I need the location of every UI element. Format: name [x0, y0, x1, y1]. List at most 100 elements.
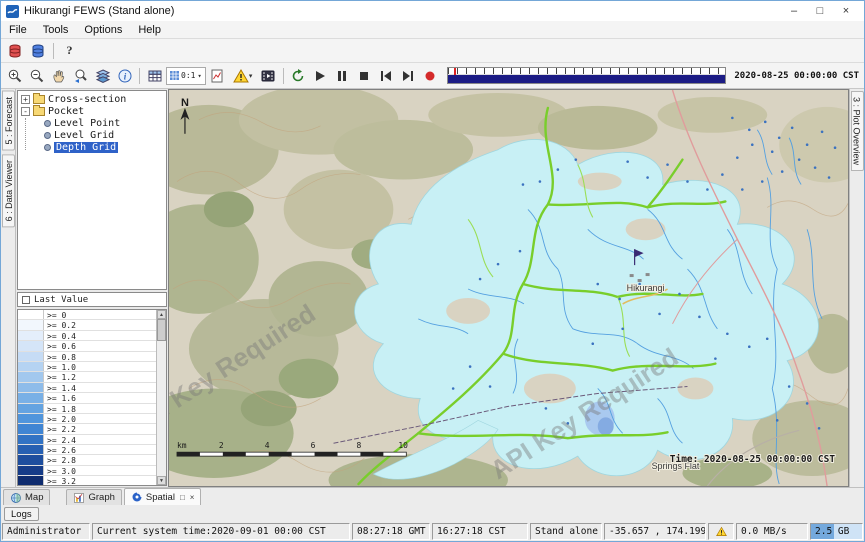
map-time-label: Time: 2020-08-25 00:00:00 CST	[670, 454, 836, 465]
legend-row: >= 3.0	[18, 466, 156, 476]
legend-swatch	[18, 383, 44, 392]
status-network: 0.0 MB/s	[736, 523, 808, 540]
globe-icon	[10, 492, 22, 504]
pause-button[interactable]	[332, 66, 353, 86]
menu-options[interactable]: Options	[76, 23, 130, 37]
tab-data-viewer[interactable]: 6 : Data Viewer	[2, 154, 15, 227]
profile-button[interactable]	[207, 66, 228, 86]
minimize-button[interactable]: –	[781, 5, 807, 17]
place-label-hikurangi: Hikurangi	[627, 283, 665, 293]
legend-swatch	[18, 320, 44, 329]
time-slider-ticks	[448, 68, 726, 75]
legend-row: >= 2.4	[18, 435, 156, 445]
map-image: API Key Required API Key Required Hikura…	[169, 90, 848, 486]
tree-item-label: Level Point	[54, 118, 120, 129]
chevron-down-icon: ▾	[249, 72, 253, 80]
legend-label: >= 0.2	[44, 320, 76, 329]
time-slider[interactable]	[447, 67, 727, 84]
current-datetime: 2020-08-25 00:00:00 CST	[732, 71, 861, 81]
layer-tree: + Cross-section - Pocket Level Point Lev…	[17, 90, 167, 290]
expand-icon[interactable]: +	[21, 95, 30, 104]
legend-scrollbar[interactable]: ▲ ▼	[156, 310, 166, 485]
last-value-checkbox[interactable]	[22, 296, 30, 304]
profile-icon	[209, 68, 225, 84]
help-button[interactable]: ?	[59, 41, 80, 61]
play-icon	[312, 68, 328, 84]
status-system-time: Current system time:2020-09-01 00:00 CST	[92, 523, 350, 540]
play-button[interactable]	[310, 66, 331, 86]
export-animation-button[interactable]	[288, 66, 309, 86]
ensemble-value: 0:1	[181, 71, 195, 80]
tree-item-level-point[interactable]: Level Point	[18, 117, 166, 129]
warning-icon	[716, 526, 727, 537]
zoom-previous-button[interactable]	[70, 66, 91, 86]
movie-icon	[260, 68, 276, 84]
tree-item-pocket[interactable]: - Pocket	[18, 105, 166, 117]
close-tab-icon[interactable]: ×	[190, 493, 195, 502]
database-export-button[interactable]	[27, 41, 48, 61]
zoom-out-button[interactable]	[26, 66, 47, 86]
tab-graph[interactable]: Graph	[66, 489, 121, 505]
tree-item-cross-section[interactable]: + Cross-section	[18, 93, 166, 105]
legend-swatch	[18, 445, 44, 454]
menu-file[interactable]: File	[1, 23, 35, 37]
ensemble-selector[interactable]: 0:1 ▾	[166, 67, 206, 85]
legend-label: >= 1.8	[44, 404, 76, 413]
legend-row: >= 0.8	[18, 352, 156, 362]
folder-icon	[33, 107, 45, 116]
tree-item-depth-grid[interactable]: Depth Grid	[18, 141, 166, 153]
legend-label: >= 1.6	[44, 393, 76, 402]
layers-button[interactable]	[92, 66, 113, 86]
scrollbar-thumb[interactable]	[157, 319, 166, 341]
last-frame-button[interactable]	[398, 66, 419, 86]
float-icon[interactable]: □	[180, 493, 185, 502]
menu-bar: File Tools Options Help	[1, 21, 864, 39]
app-icon	[6, 5, 19, 18]
maximize-button[interactable]: □	[807, 5, 833, 17]
zoom-in-button[interactable]	[4, 66, 25, 86]
menu-tools[interactable]: Tools	[35, 23, 77, 37]
record-button[interactable]	[420, 66, 441, 86]
menu-help[interactable]: Help	[130, 23, 169, 37]
database-button[interactable]	[4, 41, 25, 61]
tab-forecast[interactable]: 5 : Forecast	[2, 91, 15, 151]
tree-item-label: Pocket	[48, 106, 84, 117]
folder-icon	[33, 95, 45, 104]
pan-button[interactable]	[48, 66, 69, 86]
legend-header: Last Value	[17, 292, 167, 307]
tab-plot-overview[interactable]: 3 : Plot Overview	[851, 91, 864, 171]
scroll-down-icon[interactable]: ▼	[157, 476, 166, 485]
right-tab-strip: 3 : Plot Overview	[849, 89, 864, 487]
stop-button[interactable]	[354, 66, 375, 86]
thresholds-button[interactable]: ▾	[229, 66, 257, 86]
skip-start-icon	[378, 68, 394, 84]
legend-swatch	[18, 435, 44, 444]
scroll-up-icon[interactable]: ▲	[157, 310, 166, 319]
first-frame-button[interactable]	[376, 66, 397, 86]
legend-swatch	[18, 393, 44, 402]
stop-icon	[356, 68, 372, 84]
legend-label: >= 1.2	[44, 372, 76, 381]
status-gmt-time: 08:27:18 GMT	[352, 523, 430, 540]
close-button[interactable]: ×	[833, 5, 859, 17]
info-button[interactable]: i	[114, 66, 135, 86]
animation-button[interactable]	[258, 66, 279, 86]
time-slider-marker[interactable]	[454, 68, 456, 75]
zoom-out-icon	[29, 68, 45, 84]
logs-button[interactable]: Logs	[4, 507, 39, 521]
tab-map[interactable]: Map	[3, 489, 50, 505]
left-tab-strip: 5 : Forecast 6 : Data Viewer	[1, 89, 16, 487]
legend-row: >= 2.8	[18, 455, 156, 465]
legend-swatch	[18, 466, 44, 475]
legend-label: >= 0	[44, 310, 66, 319]
legend-label: >= 0.4	[44, 331, 76, 340]
legend-row: >= 2.2	[18, 424, 156, 434]
tab-spatial[interactable]: Spatial □ ×	[124, 488, 202, 505]
collapse-icon[interactable]: -	[21, 107, 30, 116]
tree-item-level-grid[interactable]: Level Grid	[18, 129, 166, 141]
grid-display-button[interactable]	[144, 66, 165, 86]
chart-icon	[73, 492, 85, 504]
status-warning[interactable]	[708, 523, 734, 540]
legend-row: >= 3.2	[18, 476, 156, 485]
map-canvas[interactable]: API Key Required API Key Required Hikura…	[168, 89, 849, 487]
